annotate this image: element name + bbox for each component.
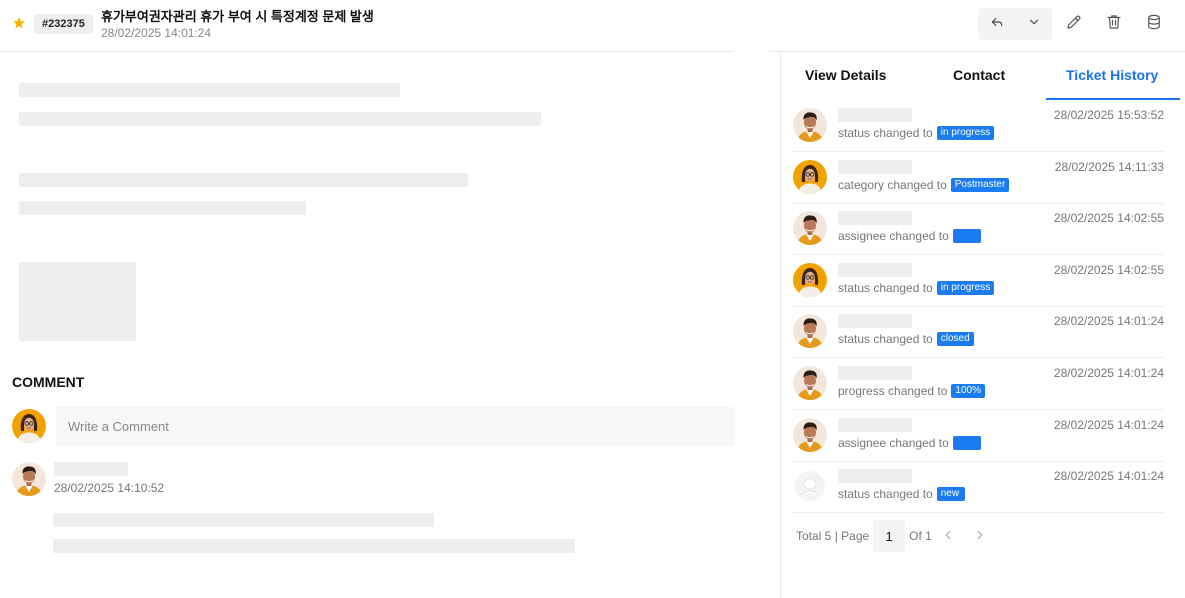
history-user-avatar xyxy=(793,314,827,348)
history-change-label: status changed to xyxy=(838,332,933,347)
history-change-text: assignee changed to xyxy=(838,229,981,244)
comment-input[interactable] xyxy=(56,407,734,446)
header-divider xyxy=(0,51,734,52)
content-skeleton-line xyxy=(19,83,400,97)
reply-icon xyxy=(990,15,1004,34)
history-value-badge xyxy=(952,435,981,450)
history-timestamp: 28/02/2025 14:01:24 xyxy=(1053,366,1164,380)
ticket-created-date: 28/02/2025 14:01:24 xyxy=(101,26,212,40)
history-row: status changed to in progress 28/02/2025 1… xyxy=(793,100,1164,152)
history-user-avatar xyxy=(793,108,827,142)
history-timestamp: 28/02/2025 14:11:33 xyxy=(1054,159,1164,174)
trash-icon xyxy=(1105,13,1123,36)
history-user-avatar xyxy=(793,418,827,452)
history-user-name-skeleton xyxy=(838,366,912,380)
history-user-avatar xyxy=(793,263,827,297)
history-user-name-skeleton xyxy=(838,159,912,174)
tab-view-details[interactable]: View Details xyxy=(805,67,886,83)
history-value-badge: new xyxy=(936,487,965,502)
history-change-text: status changed to in progress xyxy=(838,280,995,295)
history-change-text: assignee changed to xyxy=(838,435,981,450)
chevron-down-icon xyxy=(1027,15,1041,34)
history-change-label: assignee changed to xyxy=(838,229,949,244)
pagination: Total 5 | Page 1 Of 1 xyxy=(796,520,994,552)
history-row: assignee changed to 28/02/2025 14:01:24 xyxy=(793,410,1164,462)
history-change-label: progress changed to xyxy=(838,384,948,398)
history-value-badge: Postmaster xyxy=(950,177,1010,192)
history-user-name-skeleton xyxy=(838,314,912,329)
next-page-button[interactable] xyxy=(966,522,994,550)
current-page-input[interactable]: 1 xyxy=(873,520,906,552)
history-change-label: assignee changed to xyxy=(838,435,949,450)
history-value-badge: in progress xyxy=(936,126,995,140)
reply-button[interactable] xyxy=(978,8,1015,40)
history-change-label: status changed to xyxy=(838,280,933,295)
history-change-text: status changed to new xyxy=(838,487,965,502)
comment-author-skeleton xyxy=(54,462,128,476)
archive-button[interactable] xyxy=(1140,10,1168,38)
comment-author-avatar xyxy=(12,462,46,496)
history-change-text: category changed to Postmaster xyxy=(838,177,1010,192)
history-timestamp: 28/02/2025 14:01:24 xyxy=(1053,314,1164,329)
comment-date: 28/02/2025 14:10:52 xyxy=(54,481,165,495)
history-value-badge xyxy=(952,229,981,244)
comment-body-skeleton xyxy=(53,539,575,553)
history-user-avatar xyxy=(793,211,827,245)
ticket-title: 휴가부여권자관리 휴가 부여 시 특정계정 문제 발생 xyxy=(101,9,374,24)
content-skeleton-line xyxy=(19,173,468,187)
history-value-badge: in progress xyxy=(936,280,995,295)
tab-ticket-history[interactable]: Ticket History xyxy=(1066,67,1158,83)
history-user-avatar xyxy=(793,469,827,503)
reply-button-group xyxy=(978,8,1052,40)
reply-options-dropdown[interactable] xyxy=(1015,8,1052,40)
current-user-avatar xyxy=(12,409,46,443)
chevron-left-icon xyxy=(941,528,955,545)
content-skeleton-line xyxy=(19,201,306,215)
pagination-of-label: Of 1 xyxy=(909,529,932,543)
history-row: status changed to in progress 28/02/2025 1… xyxy=(793,255,1164,307)
content-skeleton-line xyxy=(19,112,541,126)
history-user-name-skeleton xyxy=(838,417,912,432)
history-timestamp: 28/02/2025 14:02:55 xyxy=(1053,211,1164,226)
comment-body-skeleton xyxy=(53,513,434,527)
history-user-name-skeleton xyxy=(838,262,912,277)
star-icon[interactable] xyxy=(12,16,26,30)
history-change-label: status changed to xyxy=(838,126,933,140)
history-change-label: category changed to xyxy=(838,177,947,192)
prev-page-button[interactable] xyxy=(934,522,962,550)
comment-heading: COMMENT xyxy=(12,374,85,390)
delete-button[interactable] xyxy=(1100,10,1128,38)
chevron-right-icon xyxy=(973,528,987,545)
history-row: assignee changed to 28/02/2025 14:02:55 xyxy=(793,203,1164,256)
history-user-name-skeleton xyxy=(838,211,912,226)
history-timestamp: 28/02/2025 14:01:24 xyxy=(1053,417,1164,432)
panel-divider xyxy=(780,52,781,598)
history-user-name-skeleton xyxy=(838,108,912,122)
history-user-avatar xyxy=(793,366,827,400)
history-value-badge: closed xyxy=(936,332,974,347)
history-timestamp: 28/02/2025 15:53:52 xyxy=(1053,108,1164,122)
history-row: status changed to new 28/02/2025 14:01:24 xyxy=(793,461,1164,514)
pagination-total-label: Total 5 | Page xyxy=(796,529,870,543)
history-value-badge: 100% xyxy=(951,384,985,398)
history-change-label: status changed to xyxy=(838,487,933,502)
database-icon xyxy=(1145,13,1163,36)
tab-contact[interactable]: Contact xyxy=(953,67,1005,83)
edit-button[interactable] xyxy=(1060,10,1088,38)
history-row: status changed to closed 28/02/2025 14:01:… xyxy=(793,306,1164,359)
history-row: progress changed to 100% 28/02/2025 14:01:… xyxy=(793,358,1164,410)
header-divider-right xyxy=(769,51,1185,52)
history-change-text: status changed to in progress xyxy=(838,126,995,140)
history-timestamp: 28/02/2025 14:01:24 xyxy=(1053,469,1164,484)
history-user-name-skeleton xyxy=(838,469,912,484)
history-row: category changed to Postmaster 28/02/2025 … xyxy=(793,152,1164,204)
content-skeleton-image xyxy=(19,262,136,341)
history-change-text: progress changed to 100% xyxy=(838,384,985,398)
history-user-avatar xyxy=(793,160,827,194)
pencil-icon xyxy=(1065,13,1083,36)
history-timestamp: 28/02/2025 14:02:55 xyxy=(1053,262,1164,277)
history-change-text: status changed to closed xyxy=(838,332,974,347)
ticket-id-badge: #232375 xyxy=(34,14,93,34)
